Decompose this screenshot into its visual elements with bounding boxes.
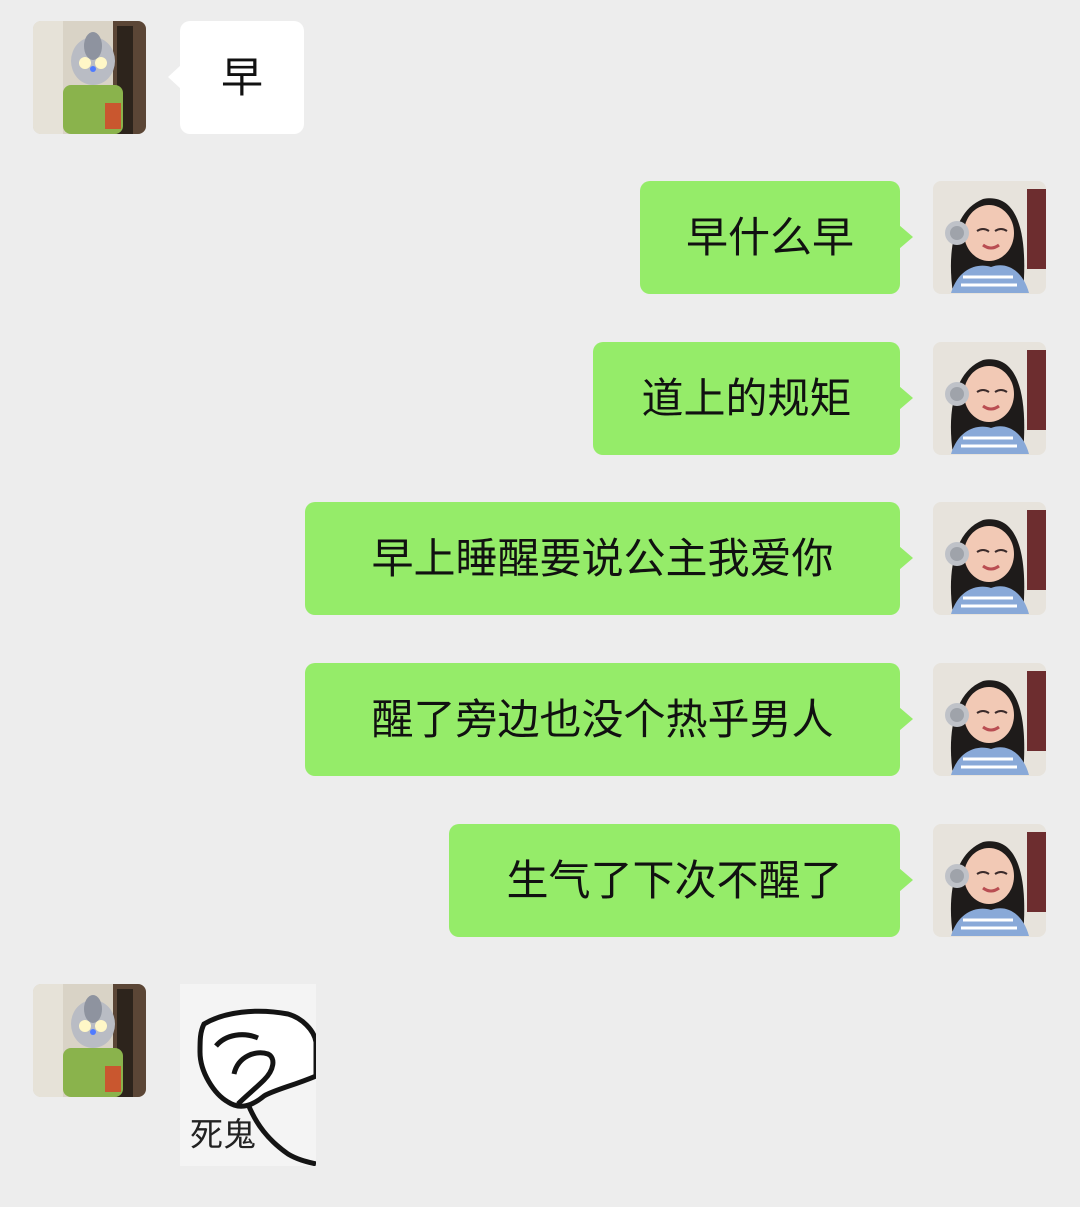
- contact-avatar[interactable]: [33, 21, 146, 134]
- message-text: 道上的规矩: [641, 373, 852, 423]
- sticker-message[interactable]: 死鬼: [180, 984, 316, 1166]
- self-avatar[interactable]: [933, 502, 1046, 615]
- self-avatar[interactable]: [933, 181, 1046, 294]
- message-text: 早: [220, 52, 263, 102]
- message-bubble[interactable]: 早上睡醒要说公主我爱你: [305, 502, 913, 615]
- self-avatar[interactable]: [933, 824, 1046, 937]
- self-avatar[interactable]: [933, 342, 1046, 455]
- contact-avatar[interactable]: [33, 984, 146, 1097]
- sticker-caption: 死鬼: [190, 1115, 256, 1154]
- message-text: 早上睡醒要说公主我爱你: [371, 533, 834, 583]
- message-text: 生气了下次不醒了: [506, 855, 843, 905]
- message-bubble[interactable]: 道上的规矩: [593, 342, 913, 455]
- message-text: 醒了旁边也没个热乎男人: [371, 694, 834, 744]
- message-bubble[interactable]: 早什么早: [640, 181, 913, 294]
- message-bubble[interactable]: 早: [168, 21, 304, 134]
- message-bubble[interactable]: 生气了下次不醒了: [449, 824, 913, 937]
- message-bubble[interactable]: 醒了旁边也没个热乎男人: [305, 663, 913, 776]
- message-text: 早什么早: [685, 212, 854, 262]
- self-avatar[interactable]: [933, 663, 1046, 776]
